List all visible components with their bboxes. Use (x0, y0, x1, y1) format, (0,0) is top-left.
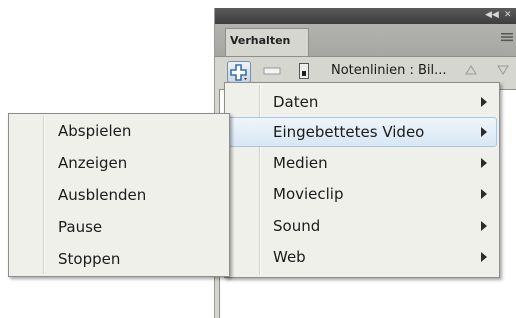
collapse-panel-icon[interactable]: ◀◀ (485, 10, 499, 21)
close-panel-icon[interactable]: ✕ (504, 10, 512, 21)
menu-item-daten[interactable]: Daten (227, 87, 497, 117)
timeline-target-label: Notenlinien : Bil... (331, 63, 447, 78)
menu-item-label: Eingebettetes Video (273, 123, 425, 141)
menu-item-label: Anzeigen (58, 154, 128, 172)
triangle-down-icon[interactable] (497, 65, 509, 75)
menu-item-label: Medien (273, 154, 328, 172)
submenu-item-abspielen[interactable]: Abspielen (11, 116, 227, 146)
tab-verhalten[interactable]: Verhalten (225, 28, 309, 56)
triangle-up-icon[interactable] (465, 65, 477, 75)
panel-menu-icon[interactable] (501, 32, 513, 42)
add-behavior-menu: Daten Eingebettetes Video Medien Moviecl… (224, 82, 500, 278)
minus-icon[interactable] (263, 67, 281, 75)
behaviors-toolbar: Notenlinien : Bil... (215, 57, 516, 85)
plus-icon (230, 64, 247, 81)
video-submenu: Abspielen Anzeigen Ausblenden Pause Stop… (8, 113, 230, 277)
submenu-arrow-icon (481, 189, 487, 199)
submenu-item-ausblenden[interactable]: Ausblenden (11, 180, 227, 210)
submenu-arrow-icon (481, 252, 487, 262)
menu-item-label: Web (273, 248, 306, 266)
menu-item-sound[interactable]: Sound (227, 211, 497, 241)
add-behavior-button[interactable] (227, 61, 251, 83)
menu-item-eingebettetes-video[interactable]: Eingebettetes Video (227, 117, 497, 147)
submenu-arrow-icon (481, 158, 487, 168)
menu-item-label: Abspielen (58, 122, 132, 140)
menu-item-movieclip[interactable]: Movieclip (227, 179, 497, 209)
menu-item-label: Sound (273, 217, 321, 235)
menu-item-medien[interactable]: Medien (227, 148, 497, 178)
submenu-item-pause[interactable]: Pause (11, 212, 227, 242)
submenu-item-stoppen[interactable]: Stoppen (11, 244, 227, 274)
submenu-arrow-icon (481, 221, 487, 231)
submenu-item-anzeigen[interactable]: Anzeigen (11, 148, 227, 178)
menu-item-label: Stoppen (58, 250, 121, 268)
menu-item-label: Pause (58, 218, 103, 236)
panel-title-bar[interactable]: ◀◀ ✕ (215, 8, 516, 24)
menu-item-label: Ausblenden (58, 186, 147, 204)
menu-item-label: Daten (273, 93, 319, 111)
tab-label: Verhalten (230, 34, 291, 47)
panel-tab-row: Verhalten (215, 24, 516, 57)
submenu-arrow-icon (481, 127, 487, 137)
submenu-arrow-icon (481, 97, 487, 107)
menu-item-label: Movieclip (273, 185, 344, 203)
event-icon[interactable] (299, 63, 309, 79)
menu-item-web[interactable]: Web (227, 242, 497, 272)
